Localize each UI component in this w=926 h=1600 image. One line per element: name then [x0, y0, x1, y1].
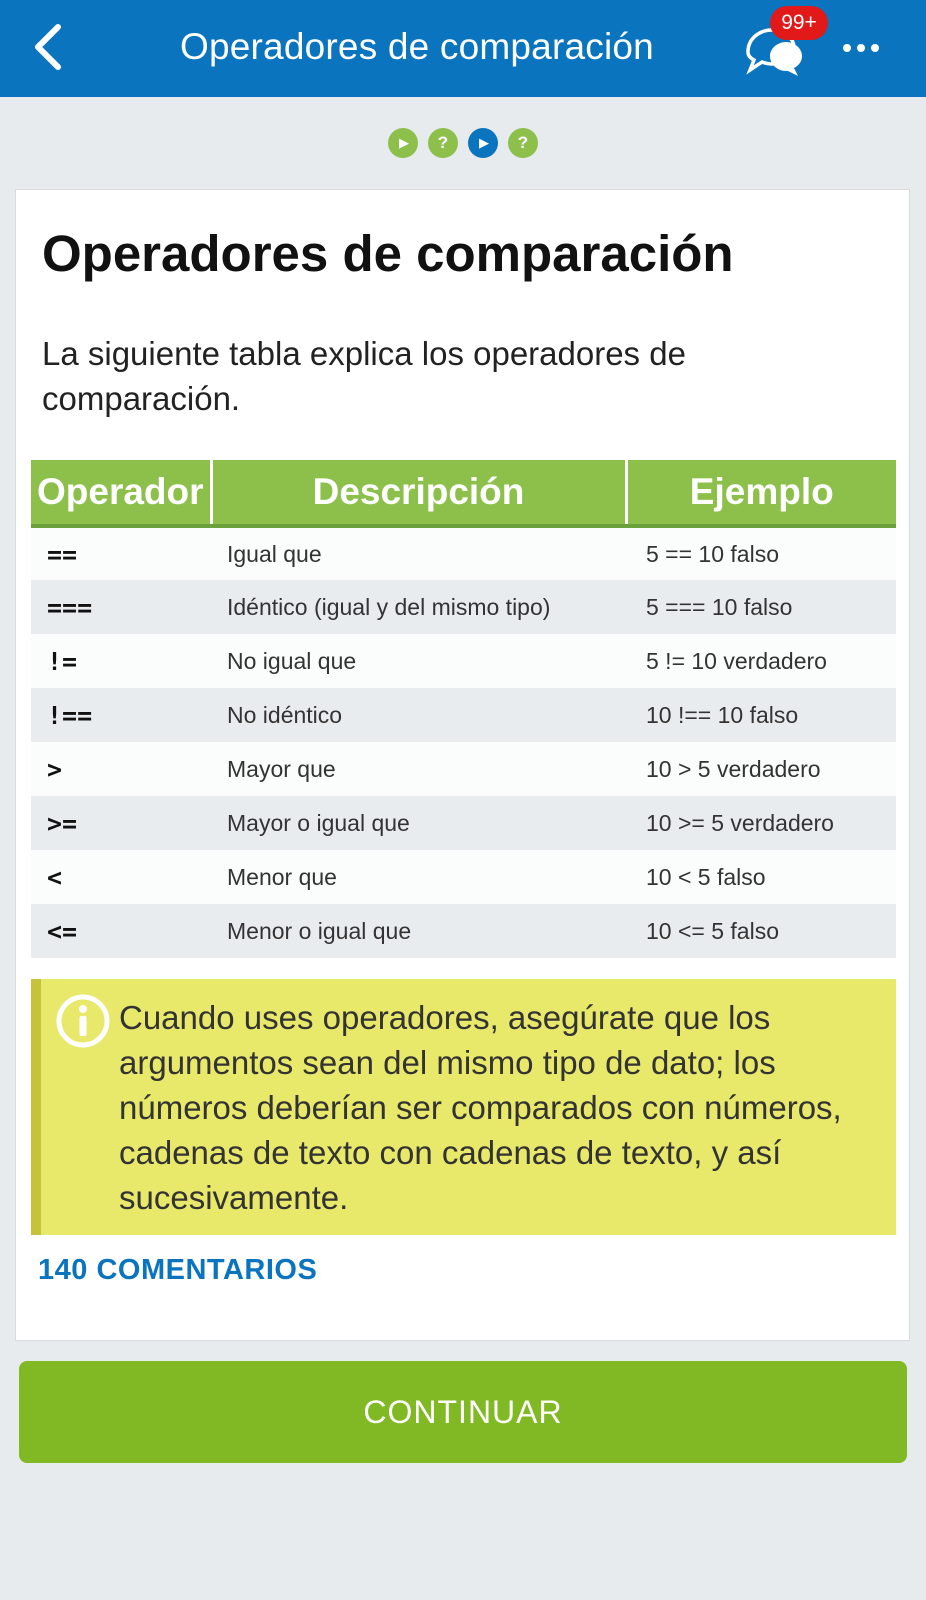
- lesson-intro: La siguiente tabla explica los operadore…: [42, 335, 686, 417]
- more-dot-icon: [843, 44, 851, 52]
- operator-cell: !==: [31, 688, 211, 742]
- play-icon: ▶: [479, 135, 489, 150]
- table-row: === Idéntico (igual y del mismo tipo) 5 …: [31, 580, 896, 634]
- question-icon: ?: [517, 133, 529, 152]
- example-cell: 10 < 5 falso: [626, 850, 896, 904]
- table-row: == Igual que 5 == 10 falso: [31, 526, 896, 580]
- progress-step-4[interactable]: ?: [508, 128, 538, 158]
- description-cell: Idéntico (igual y del mismo tipo): [211, 580, 626, 634]
- comments-link[interactable]: 140 COMENTARIOS: [38, 1254, 317, 1287]
- description-cell: Igual que: [211, 526, 626, 580]
- description-cell: Menor que: [211, 850, 626, 904]
- play-icon: ▶: [399, 135, 409, 150]
- notification-badge: 99+: [770, 6, 828, 40]
- lesson-card: Operadores de comparación La siguiente t…: [15, 189, 910, 1341]
- description-cell: Mayor que: [211, 742, 626, 796]
- operator-cell: <: [31, 850, 211, 904]
- progress-step-3[interactable]: ▶: [468, 128, 498, 158]
- operator-cell: ==: [31, 526, 211, 580]
- progress-step-2[interactable]: ?: [428, 128, 458, 158]
- example-cell: 10 <= 5 falso: [626, 904, 896, 958]
- column-header: Ejemplo: [626, 460, 896, 528]
- description-cell: No igual que: [211, 634, 626, 688]
- operator-cell: >: [31, 742, 211, 796]
- description-cell: Mayor o igual que: [211, 796, 626, 850]
- example-cell: 10 > 5 verdadero: [626, 742, 896, 796]
- operator-cell: <=: [31, 904, 211, 958]
- info-note: Cuando uses operadores, asegúrate que lo…: [31, 979, 896, 1235]
- info-note-text: Cuando uses operadores, asegúrate que lo…: [119, 999, 842, 1216]
- chevron-left-icon: [35, 24, 61, 70]
- table-row: < Menor que 10 < 5 falso: [31, 850, 896, 904]
- column-header: Operador: [31, 460, 213, 528]
- column-header: Descripción: [211, 460, 628, 528]
- back-button[interactable]: [22, 22, 72, 72]
- continue-button[interactable]: CONTINUAR: [19, 1361, 907, 1463]
- example-cell: 10 !== 10 falso: [626, 688, 896, 742]
- lesson-title: Operadores de comparación: [42, 225, 734, 282]
- more-dot-icon: [871, 44, 879, 52]
- question-icon: ?: [437, 133, 449, 152]
- page-title: Operadores de comparación: [180, 26, 654, 67]
- table-header-row: Operador Descripción Ejemplo: [31, 460, 896, 528]
- info-icon: [56, 994, 110, 1048]
- example-cell: 5 === 10 falso: [626, 580, 896, 634]
- lesson-progress: ▶ ? ▶ ?: [388, 128, 538, 158]
- table-row: >= Mayor o igual que 10 >= 5 verdadero: [31, 796, 896, 850]
- operators-table: Operador Descripción Ejemplo == Igual qu…: [31, 460, 896, 958]
- progress-step-1[interactable]: ▶: [388, 128, 418, 158]
- description-cell: Menor o igual que: [211, 904, 626, 958]
- table-row: !== No idéntico 10 !== 10 falso: [31, 688, 896, 742]
- more-dot-icon: [857, 44, 865, 52]
- more-options-button[interactable]: [836, 30, 886, 66]
- example-cell: 10 >= 5 verdadero: [626, 796, 896, 850]
- example-cell: 5 == 10 falso: [626, 526, 896, 580]
- operator-cell: ===: [31, 580, 211, 634]
- table-row: <= Menor o igual que 10 <= 5 falso: [31, 904, 896, 958]
- operator-cell: >=: [31, 796, 211, 850]
- table-row: > Mayor que 10 > 5 verdadero: [31, 742, 896, 796]
- table-row: != No igual que 5 != 10 verdadero: [31, 634, 896, 688]
- description-cell: No idéntico: [211, 688, 626, 742]
- example-cell: 5 != 10 verdadero: [626, 634, 896, 688]
- app-header: Operadores de comparación 99+: [0, 0, 926, 97]
- operator-cell: !=: [31, 634, 211, 688]
